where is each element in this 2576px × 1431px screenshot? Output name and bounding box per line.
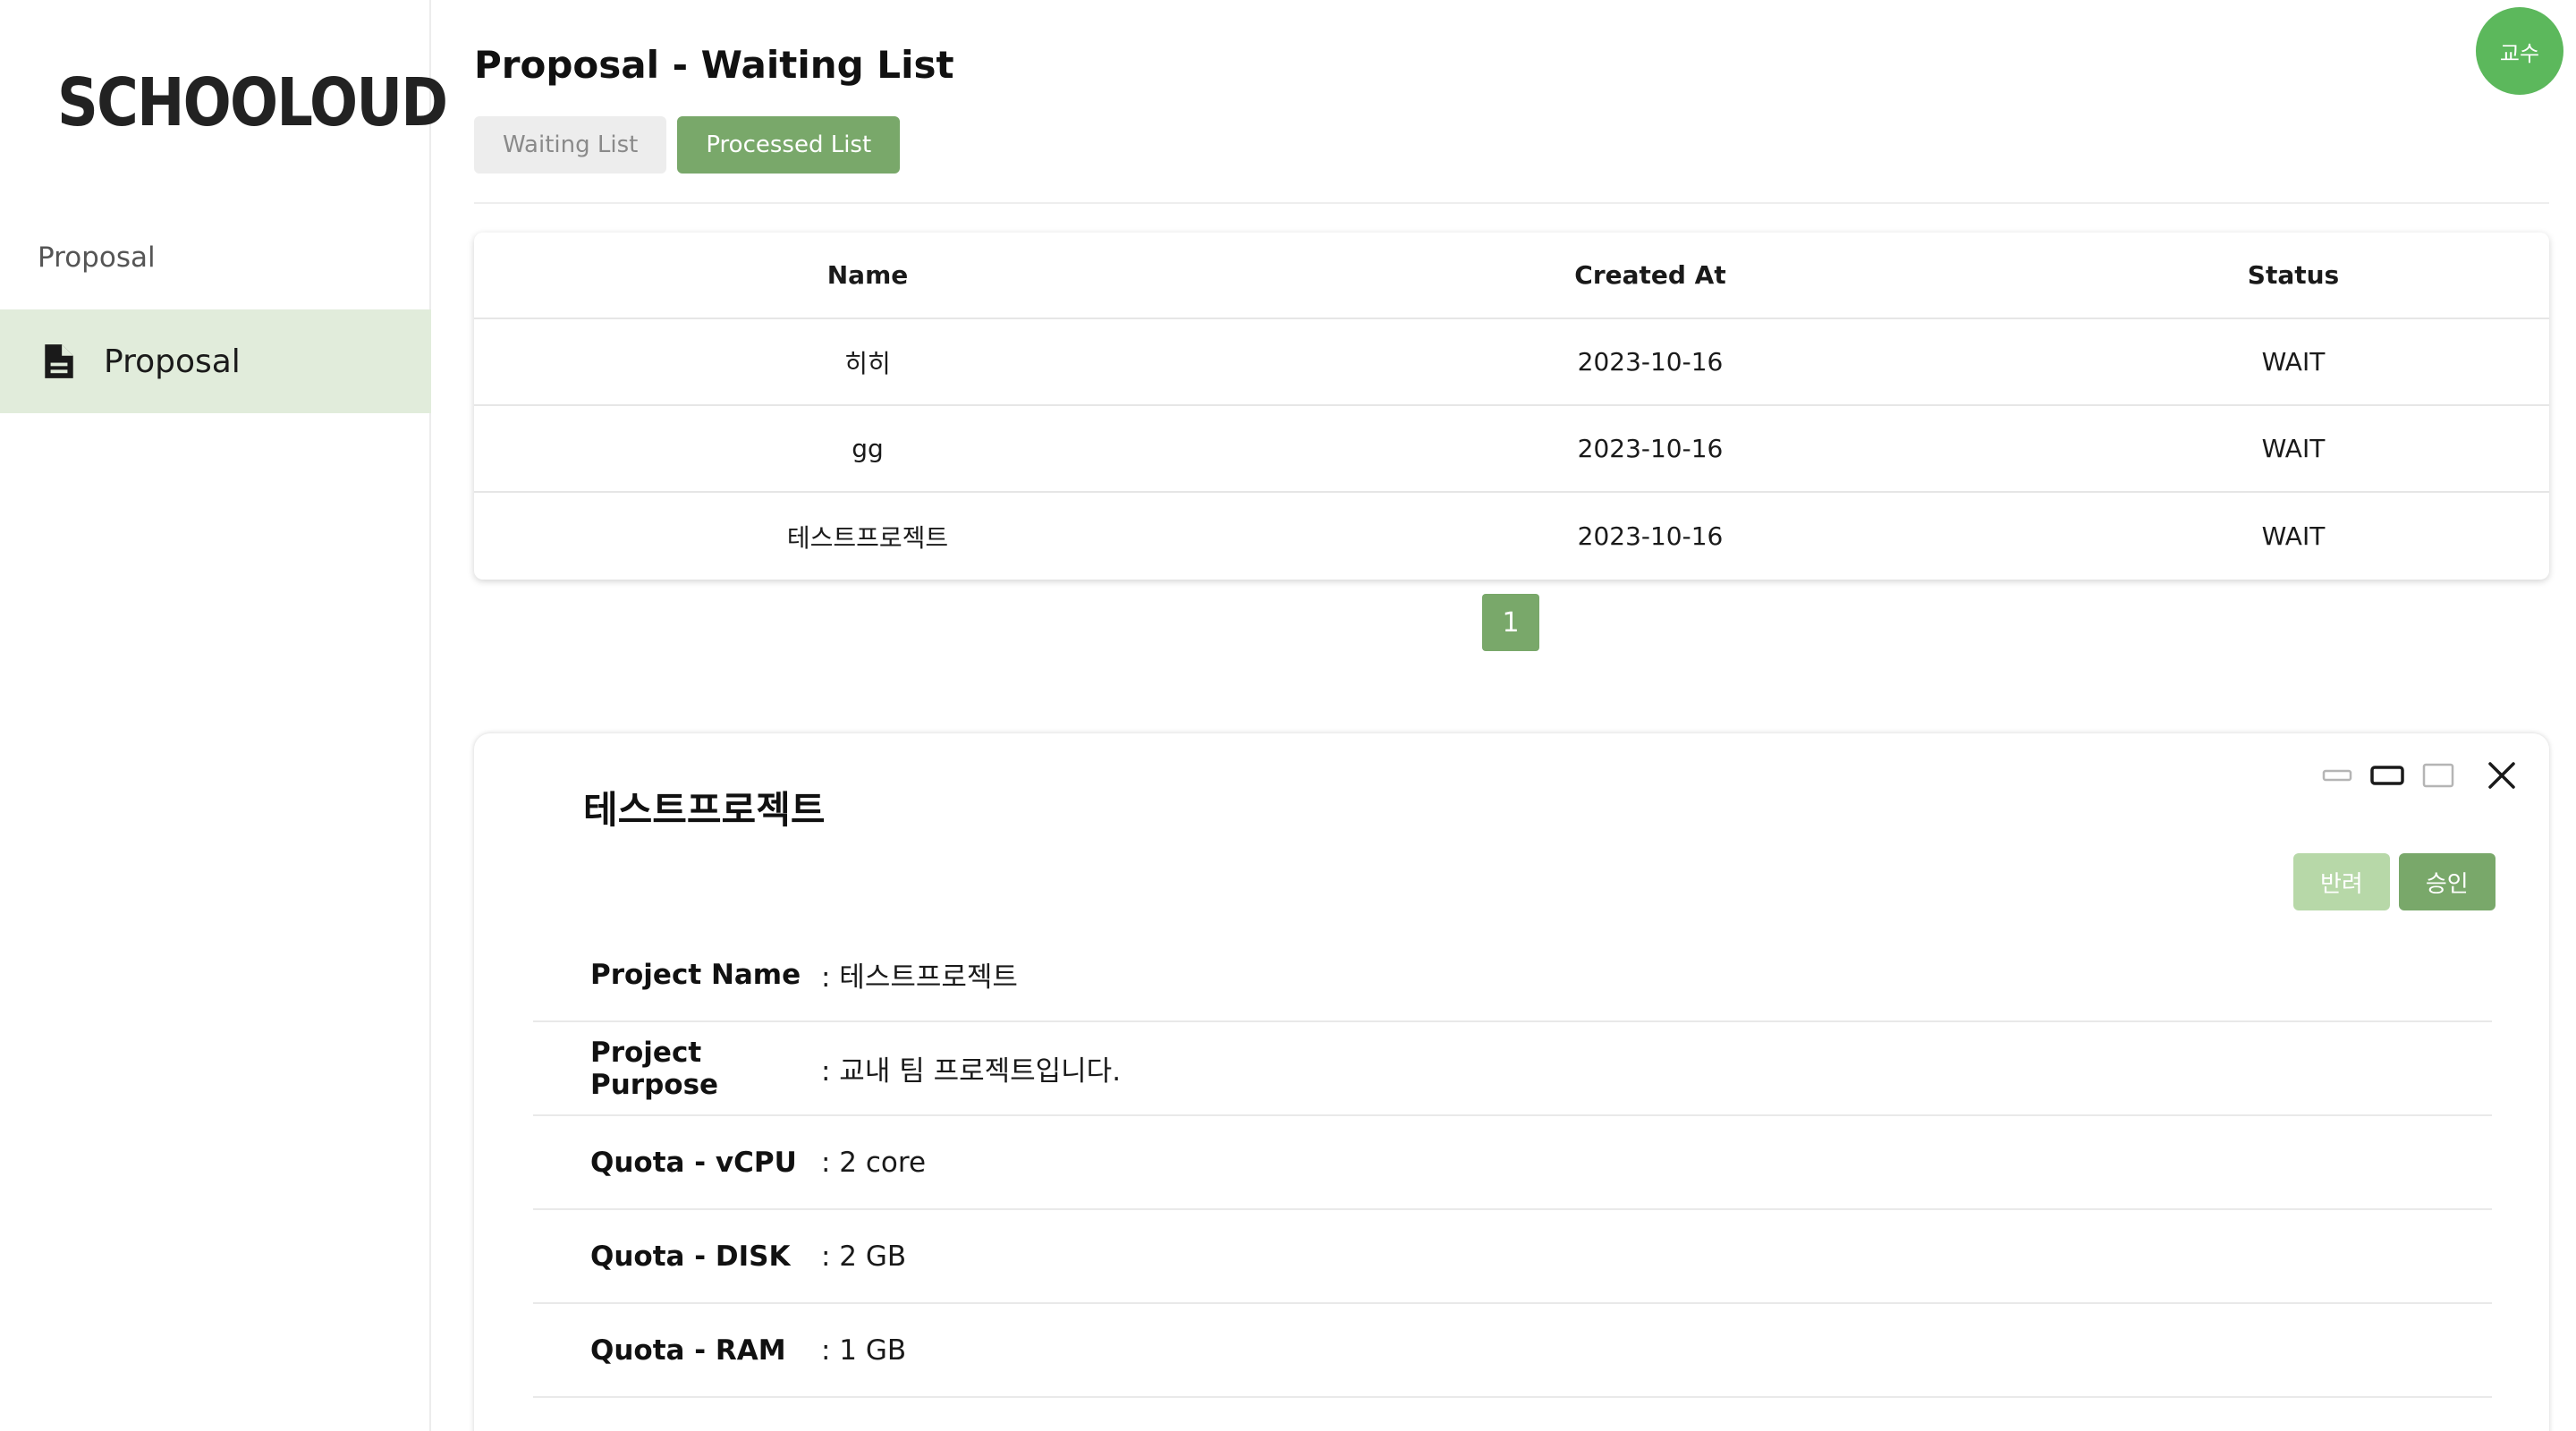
cell-created-at: 2023-10-16 <box>1577 347 1724 377</box>
close-icon[interactable] <box>2487 760 2517 791</box>
detail-row-quota-disk: Quota - DISK : 2 GB <box>533 1210 2492 1304</box>
cell-name: 테스트프로젝트 <box>786 522 949 553</box>
column-header-created-at[interactable]: Created At <box>1261 260 2039 290</box>
sidebar: SCHOOLOUD Proposal Proposal <box>0 0 448 1431</box>
table-row[interactable]: 테스트프로젝트 2023-10-16 WAIT <box>474 493 2549 580</box>
reject-button[interactable]: 반려 <box>2293 853 2390 910</box>
field-value: : 1 GB <box>821 1334 907 1367</box>
approve-button[interactable]: 승인 <box>2398 853 2496 910</box>
field-label: Quota - vCPU <box>590 1146 797 1179</box>
column-header-status[interactable]: Status <box>2039 260 2547 290</box>
detail-field-list: Project Name : 테스트프로젝트 Project Purpose :… <box>533 928 2492 1398</box>
page-title: Proposal - Waiting List <box>474 43 954 87</box>
field-label: Quota - RAM <box>590 1334 786 1367</box>
user-avatar[interactable]: 교수 <box>2476 7 2563 95</box>
detail-row-quota-ram: Quota - RAM : 1 GB <box>533 1304 2492 1398</box>
header-divider <box>474 202 2549 204</box>
detail-actions: 반려 승인 <box>2293 853 2496 910</box>
table-row[interactable]: 히히 2023-10-16 WAIT <box>474 319 2549 406</box>
cell-name: gg <box>852 434 884 463</box>
sidebar-item-label: Proposal <box>104 343 241 380</box>
detail-row-project-purpose: Project Purpose : 교내 팀 프로젝트입니다. <box>533 1022 2492 1116</box>
field-value: : 교내 팀 프로젝트입니다. <box>821 1055 1122 1088</box>
maximize-icon[interactable] <box>2422 763 2454 788</box>
cell-created-at: 2023-10-16 <box>1577 521 1724 551</box>
field-label: Project Purpose <box>590 1036 719 1101</box>
tab-waiting-list[interactable]: Waiting List <box>474 116 667 174</box>
restore-icon[interactable] <box>2370 765 2404 786</box>
field-value: : 2 GB <box>821 1240 907 1273</box>
table-row[interactable]: gg 2023-10-16 WAIT <box>474 406 2549 493</box>
minimize-icon[interactable] <box>2322 767 2352 783</box>
field-value: : 2 core <box>821 1146 927 1179</box>
proposal-table: Name Created At Status 히히 2023-10-16 WAI… <box>474 233 2549 580</box>
sidebar-item-proposal[interactable]: Proposal <box>0 309 431 413</box>
detail-title: 테스트프로젝트 <box>583 788 826 832</box>
page-button-1[interactable]: 1 <box>1482 594 1539 651</box>
proposal-detail-panel: 테스트프로젝트 반려 승인 Project Name: 테스트프로젝트 Pro… <box>474 733 2549 1431</box>
detail-row-project-name: Project Name : 테스트프로젝트 <box>533 928 2492 1022</box>
field-value: : 테스트프로젝트 <box>821 961 1018 994</box>
window-controls <box>2322 760 2517 791</box>
document-icon <box>45 344 73 378</box>
list-tabs: Waiting List Processed List <box>474 116 901 174</box>
tab-processed-list[interactable]: Processed List <box>677 116 901 174</box>
field-label: Project Name <box>590 958 801 991</box>
sidebar-section-label: Proposal <box>38 241 156 274</box>
column-header-name[interactable]: Name <box>474 260 1261 290</box>
cell-created-at: 2023-10-16 <box>1577 434 1724 463</box>
cell-status: WAIT <box>2261 347 2326 377</box>
cell-status: WAIT <box>2261 434 2326 463</box>
app-logo[interactable]: SCHOOLOUD <box>57 64 448 141</box>
table-header-row: Name Created At Status <box>474 233 2549 319</box>
cell-status: WAIT <box>2261 521 2326 551</box>
app-root: SCHOOLOUD Proposal Proposal 교수 Proposal … <box>0 0 2576 1431</box>
detail-row-quota-vcpu: Quota - vCPU : 2 core <box>533 1116 2492 1210</box>
field-label: Quota - DISK <box>590 1240 791 1273</box>
cell-name: 히히 <box>844 348 891 378</box>
